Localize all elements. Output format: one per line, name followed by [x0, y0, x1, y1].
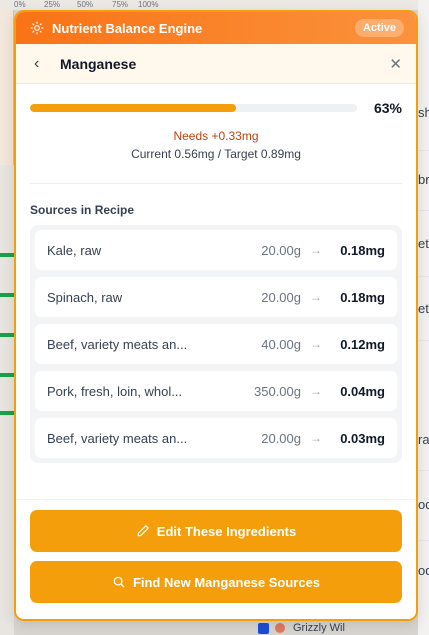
nutrient-title: Manganese	[60, 55, 137, 72]
find-sources-label: Find New Manganese Sources	[132, 574, 321, 590]
edit-ingredients-button[interactable]: Edit These Ingredients	[30, 510, 402, 552]
sun-icon	[30, 21, 44, 35]
nutrient-balance-panel: Nutrient Balance Engine Active ‹ Mangane…	[14, 10, 418, 621]
progress-track	[30, 104, 357, 112]
source-amount: 0.03mg	[340, 430, 385, 446]
source-row[interactable]: Kale, raw 20.00g → 0.18mg	[35, 230, 397, 270]
arrow-right-icon: →	[310, 384, 322, 398]
background-text: od	[418, 563, 429, 578]
background-text: et	[418, 301, 429, 316]
source-quantity: 40.00g	[261, 336, 301, 352]
background-bar	[0, 333, 14, 337]
nutrient-header: ‹ Manganese ✕	[16, 44, 416, 84]
background-column	[0, 165, 14, 635]
source-amount: 0.04mg	[340, 383, 385, 399]
source-name: Pork, fresh, loin, whol...	[47, 383, 183, 399]
close-icon[interactable]: ✕	[389, 55, 402, 73]
current-target-text: Current 0.56mg / Target 0.89mg	[131, 147, 301, 161]
background-text: et	[418, 236, 429, 251]
background-text: od	[418, 497, 429, 512]
progress-section: 63% Needs +0.33mg Current 0.56mg / Targe…	[16, 84, 416, 184]
arrow-right-icon: →	[310, 243, 322, 257]
source-quantity: 20.00g	[261, 430, 301, 446]
background-bar	[0, 411, 14, 415]
source-quantity: 350.00g	[254, 383, 301, 399]
sources-title: Sources in Recipe	[30, 203, 135, 217]
axis-tick: 100%	[138, 0, 159, 9]
source-amount: 0.18mg	[340, 242, 385, 258]
source-amount: 0.12mg	[340, 336, 385, 352]
pencil-icon	[137, 525, 149, 537]
source-quantity: 20.00g	[261, 242, 301, 258]
status-badge: Active	[354, 19, 404, 37]
engine-header: Nutrient Balance Engine Active	[16, 12, 416, 44]
find-sources-button[interactable]: Find New Manganese Sources	[30, 561, 402, 603]
background-bar	[0, 253, 14, 257]
arrow-right-icon: →	[310, 431, 322, 445]
source-name: Kale, raw	[47, 242, 102, 258]
source-name: Beef, variety meats an...	[47, 430, 188, 446]
background-text: ra	[418, 432, 429, 447]
background-row-label: Grizzly Wil	[293, 622, 345, 634]
source-row[interactable]: Spinach, raw 20.00g → 0.18mg	[35, 277, 397, 317]
source-row[interactable]: Beef, variety meats an... 40.00g → 0.12mg	[35, 324, 397, 364]
background-list: sh br et et ra od od	[418, 0, 429, 635]
needs-text: Needs +0.33mg	[173, 129, 259, 143]
checkbox-icon	[258, 622, 269, 634]
edit-ingredients-label: Edit These Ingredients	[156, 523, 297, 539]
axis-tick: 0%	[14, 0, 26, 9]
progress-percent: 63%	[373, 100, 402, 116]
background-row: Grizzly Wil	[258, 622, 345, 634]
source-row[interactable]: Pork, fresh, loin, whol... 350.00g → 0.04mg	[35, 371, 397, 411]
source-name: Spinach, raw	[47, 289, 123, 305]
action-footer: Edit These Ingredients Find New Manganes…	[16, 499, 416, 619]
background-axis: 0% 25% 50% 75% 100%	[0, 0, 429, 10]
background-text: br	[418, 172, 429, 187]
sources-list: Kale, raw 20.00g → 0.18mg Spinach, raw 20.00g…	[30, 225, 402, 463]
source-amount: 0.18mg	[340, 289, 385, 305]
source-quantity: 20.00g	[261, 289, 301, 305]
back-chevron-icon[interactable]: ‹	[34, 55, 54, 73]
food-icon	[275, 623, 285, 634]
engine-title: Nutrient Balance Engine	[52, 20, 203, 36]
source-name: Beef, variety meats an...	[47, 336, 188, 352]
arrow-right-icon: →	[310, 290, 322, 304]
progress-fill	[30, 104, 236, 112]
background-bar	[0, 373, 14, 377]
background-bar	[0, 293, 14, 297]
search-icon	[113, 576, 125, 588]
background-text: sh	[418, 105, 429, 120]
arrow-right-icon: →	[310, 337, 322, 351]
axis-tick: 50%	[77, 0, 94, 9]
axis-tick: 25%	[44, 0, 61, 9]
source-row[interactable]: Beef, variety meats an... 20.00g → 0.03mg	[35, 418, 397, 458]
background-card	[0, 10, 14, 165]
axis-tick: 75%	[112, 0, 129, 9]
